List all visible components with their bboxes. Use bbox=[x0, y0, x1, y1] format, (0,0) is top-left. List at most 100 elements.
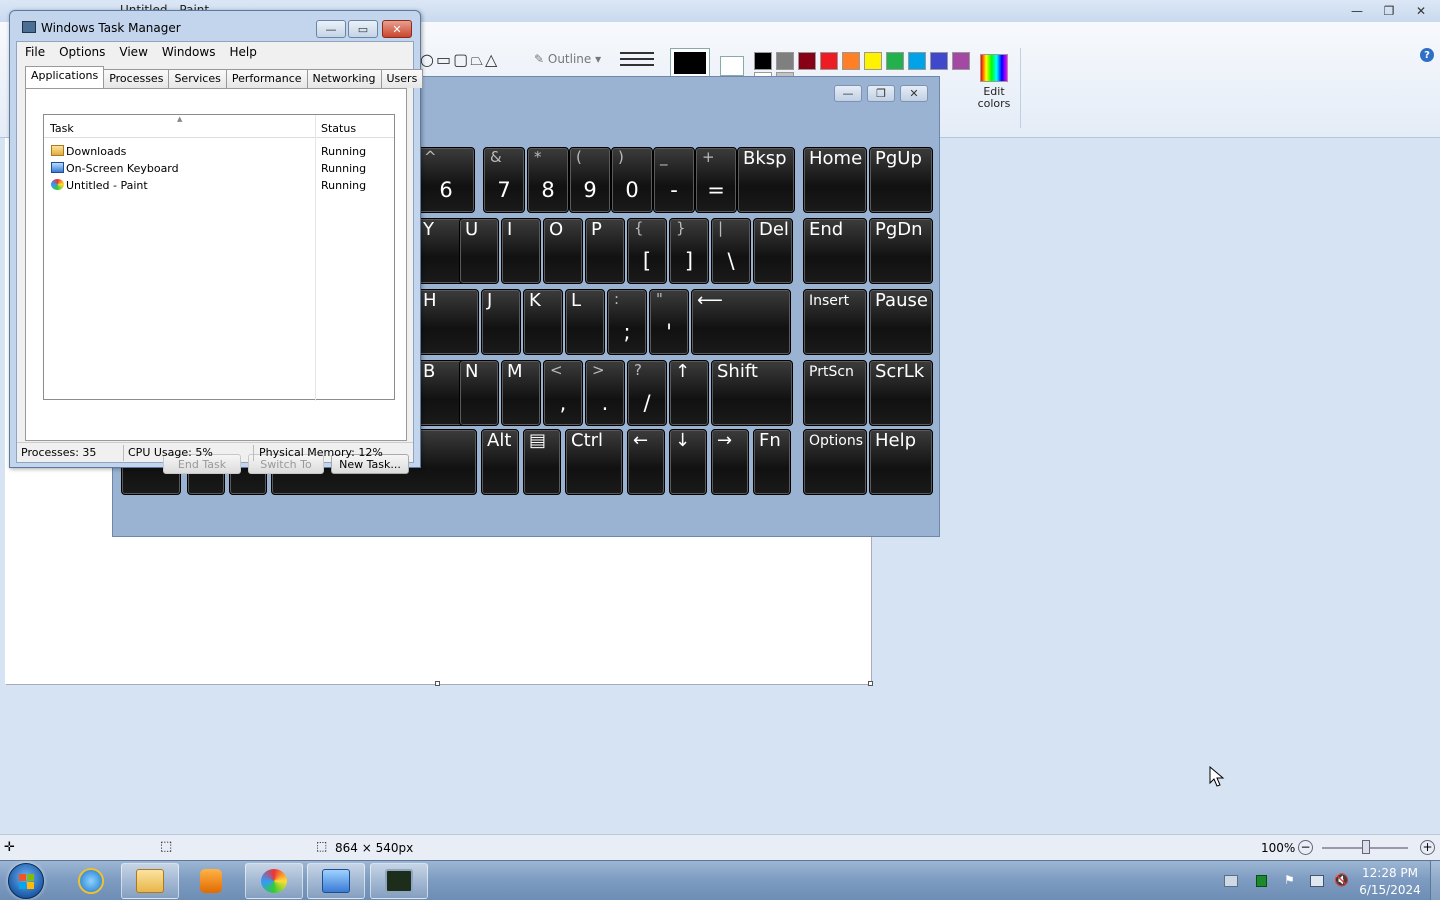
column-header-task[interactable]: Task bbox=[50, 122, 74, 135]
key-bksp[interactable]: Bksp bbox=[737, 147, 795, 213]
key-j[interactable]: J bbox=[481, 289, 521, 355]
task-row[interactable]: Downloads Running bbox=[44, 143, 394, 160]
key-pgdn[interactable]: PgDn bbox=[869, 218, 933, 284]
start-button[interactable] bbox=[8, 863, 44, 899]
key-symbol[interactable]: }] bbox=[669, 218, 709, 284]
key-h[interactable]: H bbox=[417, 289, 479, 355]
key-symbol[interactable]: → bbox=[711, 429, 749, 495]
key-ctrl[interactable]: Ctrl bbox=[565, 429, 623, 495]
palette-swatch[interactable] bbox=[820, 52, 838, 70]
flag-icon[interactable]: ⚑ bbox=[1284, 873, 1298, 887]
paint-taskbar-button[interactable] bbox=[245, 863, 303, 899]
help-icon[interactable]: ? bbox=[1420, 48, 1434, 62]
key-del[interactable]: Del bbox=[753, 218, 793, 284]
tab-applications[interactable]: Applications bbox=[25, 66, 105, 88]
key-end[interactable]: End bbox=[803, 218, 867, 284]
zoom-in-button[interactable]: + bbox=[1420, 840, 1435, 855]
column-header-status[interactable]: Status bbox=[321, 122, 356, 135]
task-manager-titlebar[interactable]: Windows Task Manager — ▭ ✕ bbox=[10, 11, 420, 41]
palette-swatch[interactable] bbox=[908, 52, 926, 70]
palette-swatch[interactable] bbox=[952, 52, 970, 70]
tab-processes[interactable]: Processes bbox=[103, 69, 170, 88]
key-p[interactable]: P bbox=[585, 218, 625, 284]
tm-minimize-button[interactable]: — bbox=[316, 20, 346, 38]
palette-swatch[interactable] bbox=[864, 52, 882, 70]
key-alt[interactable]: Alt bbox=[481, 429, 519, 495]
tm-maximize-button[interactable]: ▭ bbox=[348, 20, 378, 38]
key-shift[interactable]: Shift bbox=[711, 360, 793, 426]
key-symbol[interactable]: ▤ bbox=[523, 429, 561, 495]
tab-performance[interactable]: Performance bbox=[225, 69, 308, 88]
key-pause[interactable]: Pause bbox=[869, 289, 933, 355]
key-symbol[interactable]: {[ bbox=[627, 218, 667, 284]
osk-close-button[interactable]: ✕ bbox=[900, 85, 928, 102]
canvas-resize-handle-bottom[interactable] bbox=[435, 681, 440, 686]
zoom-out-button[interactable]: − bbox=[1298, 840, 1313, 855]
key-u[interactable]: U bbox=[459, 218, 499, 284]
palette-swatch[interactable] bbox=[842, 52, 860, 70]
shapes-gallery[interactable]: ○▭▢⏢△ bbox=[420, 50, 499, 70]
task-row[interactable]: On-Screen Keyboard Running bbox=[44, 160, 394, 177]
key-symbol[interactable]: " ' bbox=[649, 289, 689, 355]
key-symbol[interactable]: ↓ bbox=[669, 429, 707, 495]
palette-swatch[interactable] bbox=[754, 52, 772, 70]
menu-options[interactable]: Options bbox=[59, 42, 113, 62]
edit-colors-button[interactable]: Edit colors bbox=[976, 54, 1012, 110]
key-o[interactable]: O bbox=[543, 218, 583, 284]
key-k[interactable]: K bbox=[523, 289, 563, 355]
media-player-taskbar-button[interactable] bbox=[182, 863, 240, 899]
tab-users[interactable]: Users bbox=[380, 69, 424, 88]
keyboard-tray-icon[interactable] bbox=[1224, 875, 1238, 887]
task-row[interactable]: Untitled - Paint Running bbox=[44, 177, 394, 194]
zoom-slider-thumb[interactable] bbox=[1362, 840, 1370, 854]
menu-help[interactable]: Help bbox=[229, 42, 264, 62]
paint-minimize-button[interactable]: — bbox=[1342, 2, 1372, 20]
key-8[interactable]: * 8 bbox=[527, 147, 569, 213]
palette-swatch[interactable] bbox=[886, 52, 904, 70]
key-symbol[interactable]: <, bbox=[543, 360, 583, 426]
key-home[interactable]: Home bbox=[803, 147, 867, 213]
key-options[interactable]: Options bbox=[803, 429, 867, 495]
key-7[interactable]: & 7 bbox=[483, 147, 525, 213]
palette-swatch[interactable] bbox=[776, 52, 794, 70]
key-pgup[interactable]: PgUp bbox=[869, 147, 933, 213]
key-0[interactable]: ) 0 bbox=[611, 147, 653, 213]
paint-close-button[interactable]: ✕ bbox=[1406, 2, 1436, 20]
menu-view[interactable]: View bbox=[119, 42, 155, 62]
key-l[interactable]: L bbox=[565, 289, 605, 355]
size-button[interactable] bbox=[620, 52, 654, 74]
tab-networking[interactable]: Networking bbox=[306, 69, 382, 88]
key-9[interactable]: (9 bbox=[569, 147, 611, 213]
key-6[interactable]: ^ 6 bbox=[417, 147, 475, 213]
palette-swatch[interactable] bbox=[930, 52, 948, 70]
canvas-resize-handle-corner[interactable] bbox=[868, 681, 873, 686]
taskbar-clock[interactable]: 12:28 PM 6/15/2024 bbox=[1352, 865, 1428, 899]
key-symbol[interactable]: ↑ bbox=[669, 360, 709, 426]
osk-taskbar-button[interactable] bbox=[307, 863, 365, 899]
tm-close-button[interactable]: ✕ bbox=[382, 20, 412, 38]
key-n[interactable]: N bbox=[459, 360, 499, 426]
key-symbol[interactable]: _ - bbox=[653, 147, 695, 213]
key-scrlk[interactable]: ScrLk bbox=[869, 360, 933, 426]
network-icon[interactable] bbox=[1310, 875, 1324, 887]
key-symbol[interactable]: ? / bbox=[627, 360, 667, 426]
key-symbol[interactable]: ← bbox=[627, 429, 665, 495]
key-help[interactable]: Help bbox=[869, 429, 933, 495]
key-prtscn[interactable]: PrtScn bbox=[803, 360, 867, 426]
color1-button[interactable] bbox=[670, 48, 710, 78]
key-m[interactable]: M bbox=[501, 360, 541, 426]
outline-dropdown[interactable]: ✎ Outline ▾ bbox=[534, 52, 601, 66]
palette-swatch[interactable] bbox=[798, 52, 816, 70]
osk-restore-button[interactable]: ❐ bbox=[867, 85, 895, 102]
key-symbol[interactable]: :; bbox=[607, 289, 647, 355]
tab-services[interactable]: Services bbox=[168, 69, 227, 88]
key-symbol[interactable]: ⟵ bbox=[691, 289, 791, 355]
key-symbol[interactable]: + = bbox=[695, 147, 737, 213]
volume-muted-icon[interactable]: 🔇 bbox=[1334, 873, 1349, 887]
green-app-tray-icon[interactable] bbox=[1256, 875, 1267, 887]
osk-minimize-button[interactable]: — bbox=[834, 85, 862, 102]
internet-explorer-taskbar-button[interactable] bbox=[62, 863, 120, 899]
explorer-taskbar-button[interactable] bbox=[121, 863, 179, 899]
key-fn[interactable]: Fn bbox=[753, 429, 791, 495]
task-list[interactable]: ▲ Task Status Downloads Running On-Screen … bbox=[43, 114, 395, 401]
